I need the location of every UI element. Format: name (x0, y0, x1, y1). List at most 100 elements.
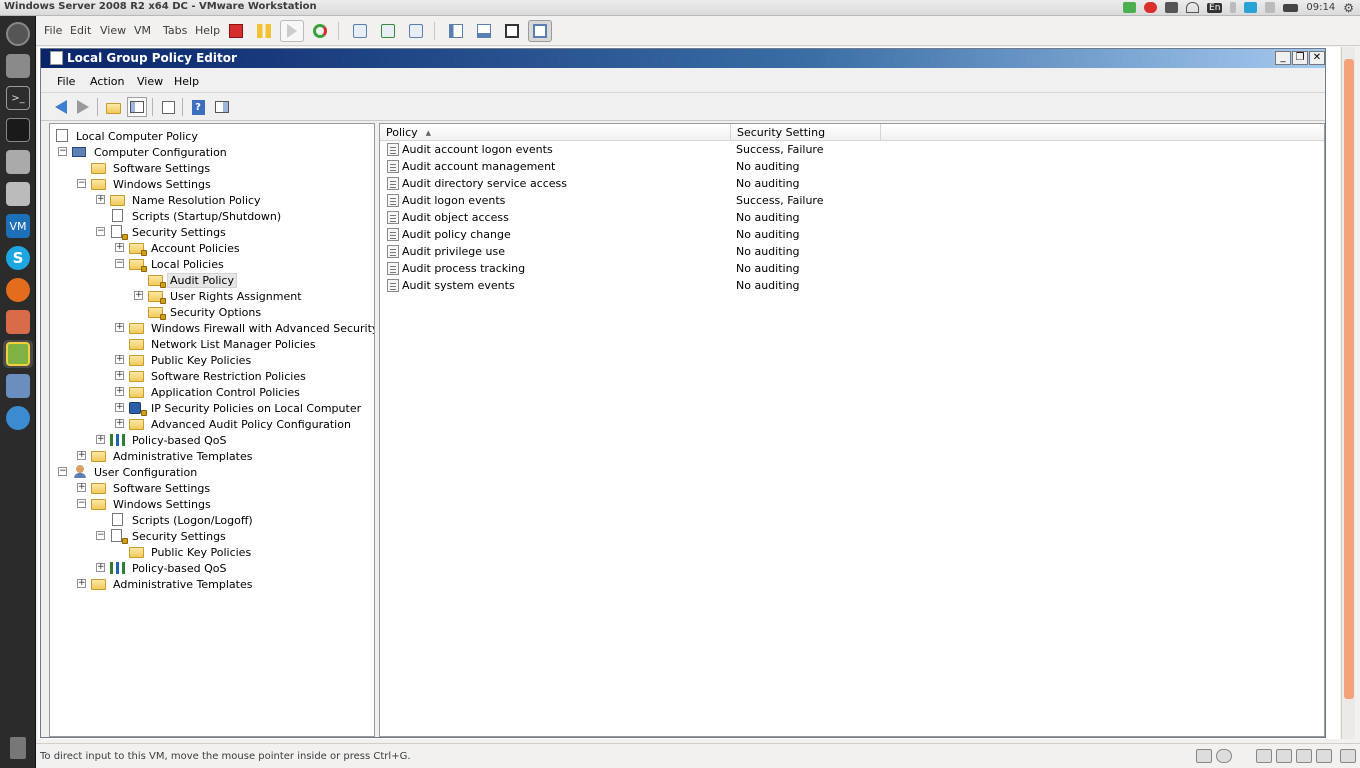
suspend-button[interactable] (252, 20, 276, 42)
scrollbar-thumb[interactable] (1344, 59, 1354, 699)
tree-expander[interactable]: + (115, 243, 124, 252)
session-gear-icon[interactable]: ⚙ (1343, 1, 1354, 15)
launcher-chat-icon[interactable] (3, 404, 33, 432)
show-action-pane-button[interactable] (212, 97, 232, 117)
tree-expander[interactable]: − (96, 531, 105, 540)
tree-node-windows-settings[interactable]: Windows Settings (91, 176, 213, 192)
tree-node-advanced-audit-policy[interactable]: Advanced Audit Policy Configuration (129, 416, 353, 432)
table-row[interactable]: Audit account logon events Success, Failu… (380, 141, 1324, 158)
full-screen-button[interactable] (500, 20, 524, 42)
tree-node-local-computer-policy[interactable]: Local Computer Policy (54, 128, 200, 144)
tree-expander[interactable]: + (77, 451, 86, 460)
launcher-monitor-icon[interactable] (3, 116, 33, 144)
vm-menu-file[interactable]: File (44, 24, 62, 37)
tree-node-scripts-startup-shutdown[interactable]: Scripts (Startup/Shutdown) (110, 208, 283, 224)
launcher-terminal-icon[interactable]: >_ (3, 84, 33, 112)
launcher-drive-icon[interactable] (3, 180, 33, 208)
show-library-button[interactable] (444, 20, 468, 42)
tree-node-user-configuration[interactable]: User Configuration (72, 464, 199, 480)
menu-help[interactable]: Help (174, 75, 199, 88)
launcher-firefox-icon[interactable] (3, 276, 33, 304)
gpe-titlebar[interactable]: Local Group Policy Editor _ ❐ ✕ (41, 49, 1325, 68)
tree-expander[interactable]: + (77, 483, 86, 492)
table-row[interactable]: Audit privilege use No auditing (380, 243, 1324, 260)
menu-action[interactable]: Action (90, 75, 124, 88)
tree-node-user-administrative-templates[interactable]: Administrative Templates (91, 576, 255, 592)
tree-expander[interactable]: + (115, 323, 124, 332)
volume-icon[interactable] (1265, 2, 1276, 13)
power-off-button[interactable] (224, 20, 248, 42)
table-row[interactable]: Audit process tracking No auditing (380, 260, 1324, 277)
tree-node-software-settings[interactable]: Software Settings (91, 160, 212, 176)
tree-node-user-security-settings[interactable]: Security Settings (110, 528, 228, 544)
tree-node-security-options[interactable]: Security Options (148, 304, 263, 320)
tree-node-audit-policy[interactable]: Audit Policy (148, 272, 237, 288)
table-row[interactable]: Audit directory service access No auditin… (380, 175, 1324, 192)
table-row[interactable]: Audit object access No auditing (380, 209, 1324, 226)
launcher-files-icon[interactable] (3, 308, 33, 336)
launcher-network-icon[interactable] (3, 372, 33, 400)
launcher-workstation-icon[interactable] (3, 340, 33, 368)
vm-menu-help[interactable]: Help (195, 24, 220, 37)
tree-node-name-resolution-policy[interactable]: Name Resolution Policy (110, 192, 263, 208)
tree-node-local-policies[interactable]: Local Policies (129, 256, 226, 272)
help-button[interactable]: ? (188, 97, 208, 117)
tree-node-user-windows-settings[interactable]: Windows Settings (91, 496, 213, 512)
launcher-skype-icon[interactable]: S (3, 244, 33, 272)
messages-icon[interactable] (1340, 749, 1356, 763)
column-header-security-setting[interactable]: Security Setting (731, 124, 881, 141)
sound-card-icon[interactable] (1296, 749, 1312, 763)
tree-node-computer-configuration[interactable]: Computer Configuration (72, 144, 229, 160)
tree-node-user-software-settings[interactable]: Software Settings (91, 480, 212, 496)
vm-menu-vm[interactable]: VM (134, 24, 151, 37)
tree-expander[interactable]: + (115, 387, 124, 396)
tree-node-windows-firewall[interactable]: Windows Firewall with Advanced Security (129, 320, 374, 336)
table-row[interactable]: Audit logon events Success, Failure (380, 192, 1324, 209)
export-list-button[interactable] (158, 97, 178, 117)
table-row[interactable]: Audit account management No auditing (380, 158, 1324, 175)
policy-list[interactable]: Policy ▲ Security Setting Audit account l… (379, 123, 1325, 737)
reset-button[interactable] (308, 20, 332, 42)
forward-button[interactable] (73, 97, 93, 117)
back-button[interactable] (51, 97, 71, 117)
power-on-button[interactable] (280, 20, 304, 42)
tree-node-policy-based-qos[interactable]: Policy-based QoS (110, 432, 229, 448)
tree-expander[interactable]: + (115, 355, 124, 364)
tree-node-user-policy-based-qos[interactable]: Policy-based QoS (110, 560, 229, 576)
vm-menu-tabs[interactable]: Tabs (163, 24, 187, 37)
launcher-dash-icon[interactable] (3, 20, 33, 48)
tree-expander[interactable]: + (96, 195, 105, 204)
tree-expander[interactable]: + (96, 563, 105, 572)
tree-node-application-control-policies[interactable]: Application Control Policies (129, 384, 302, 400)
tree-node-user-rights-assignment[interactable]: User Rights Assignment (148, 288, 304, 304)
vm-vertical-scrollbar[interactable] (1341, 47, 1355, 739)
tree-expander[interactable]: + (77, 579, 86, 588)
launcher-disk-icon[interactable] (3, 148, 33, 176)
thumbnail-bar-button[interactable] (472, 20, 496, 42)
table-row[interactable]: Audit policy change No auditing (380, 226, 1324, 243)
unity-button[interactable] (528, 20, 552, 42)
revert-snapshot-button[interactable] (376, 20, 400, 42)
tree-expander[interactable]: + (96, 435, 105, 444)
launcher-settings-icon[interactable] (3, 52, 33, 80)
usb-device-icon[interactable] (1276, 749, 1292, 763)
printer-device-icon[interactable] (1316, 749, 1332, 763)
console-tree[interactable]: Local Computer Policy − Computer Configu… (49, 123, 375, 737)
column-header-policy[interactable]: Policy ▲ (380, 124, 731, 141)
tree-node-ip-security-policies[interactable]: IP Security Policies on Local Computer (129, 400, 363, 416)
tree-node-software-restriction-policies[interactable]: Software Restriction Policies (129, 368, 308, 384)
clock[interactable]: 09:14 (1306, 2, 1335, 13)
menu-file[interactable]: File (57, 75, 75, 88)
minimize-button[interactable]: _ (1275, 51, 1291, 65)
table-row[interactable]: Audit system events No auditing (380, 277, 1324, 294)
cd-drive-icon[interactable] (1216, 749, 1232, 763)
bluetooth-icon[interactable] (1230, 2, 1237, 13)
launcher-vmware-icon[interactable]: VM (3, 212, 33, 240)
no-entry-icon[interactable] (1144, 2, 1158, 13)
vm-menu-edit[interactable]: Edit (70, 24, 91, 37)
show-hide-console-tree-button[interactable] (127, 97, 147, 117)
tree-node-network-list-manager[interactable]: Network List Manager Policies (129, 336, 318, 352)
hard-disk-icon[interactable] (1196, 749, 1212, 763)
tree-node-public-key-policies[interactable]: Public Key Policies (129, 352, 253, 368)
restore-button[interactable]: ❐ (1292, 51, 1308, 65)
